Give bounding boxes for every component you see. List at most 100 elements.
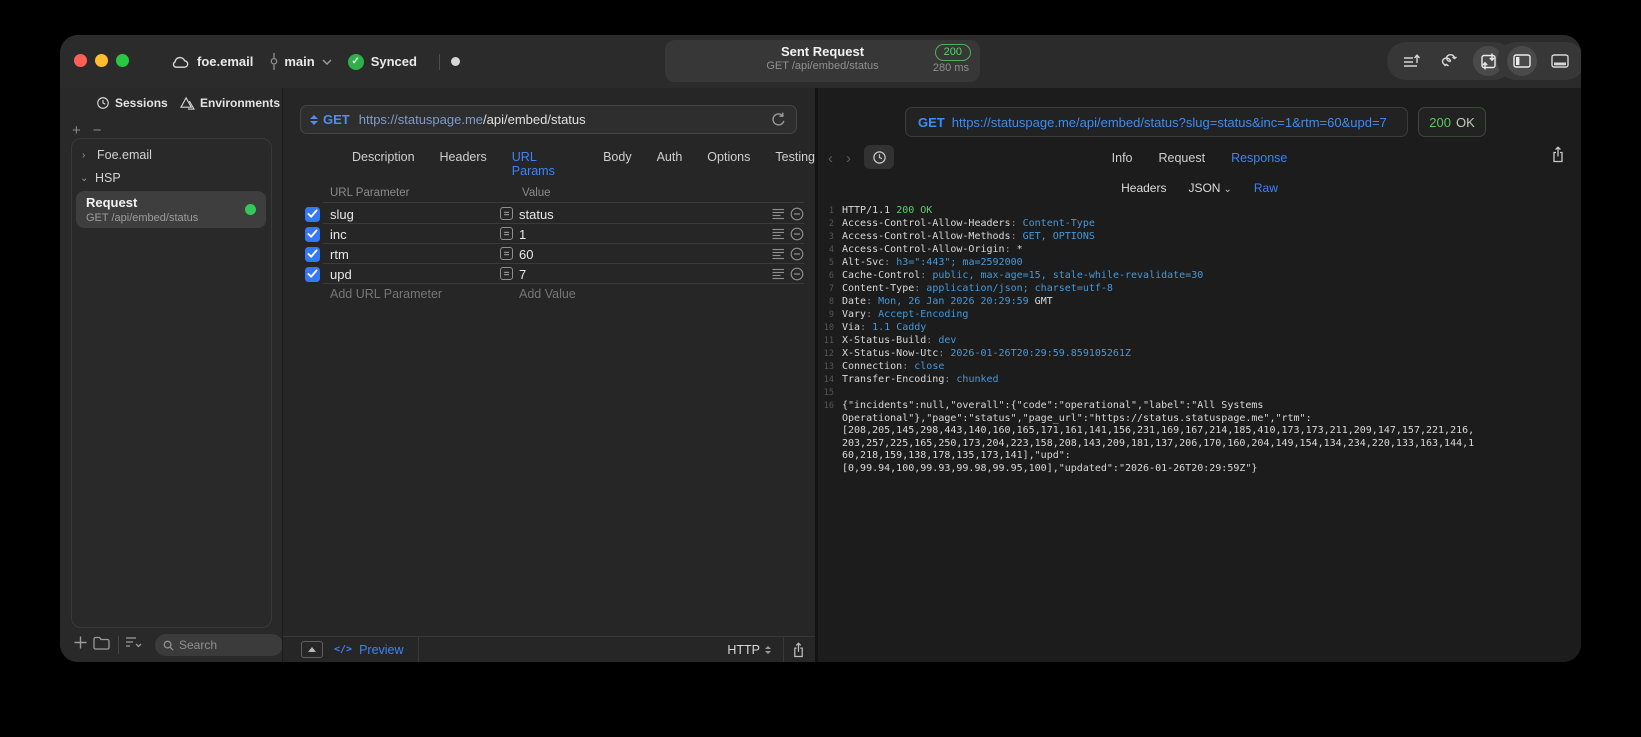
protocol-stepper-icon[interactable] [765,645,771,654]
response-line: 5 Alt-Svc: h3=":443"; ma=2592000 [818,257,1581,270]
request-status-pill[interactable]: Sent Request GET /api/embed/status 200 2… [665,40,980,82]
tab-testing[interactable]: Testing [775,150,815,178]
tab-auth[interactable]: Auth [657,150,683,178]
param-checkbox[interactable] [305,206,320,222]
environments-icon [180,96,195,110]
response-method: GET [918,114,945,130]
back-chevron-icon[interactable]: ‹ [828,150,833,167]
response-line: 14 Transfer-Encoding: chunked [818,374,1581,387]
footer-divider [417,637,419,662]
line-number: 2 [828,219,834,229]
toggle-sidebar-button[interactable] [1507,46,1537,76]
branch-name[interactable]: main [284,54,314,69]
view-json[interactable]: JSON ⌄ [1188,181,1231,195]
new-folder-icon[interactable] [93,636,110,650]
view-raw[interactable]: Raw [1254,181,1278,195]
request-log-button[interactable] [1397,46,1427,76]
param-value-field[interactable]: 60 [519,247,533,262]
protocol-selector[interactable]: HTTP [727,643,760,657]
export-response-icon[interactable] [1551,146,1565,163]
add-param-placeholder[interactable]: Add URL Parameter [330,287,442,301]
params-table-header: URL Parameter Value [283,187,815,203]
search-placeholder: Search [179,638,218,652]
url-host: https://statuspage.me [358,112,484,127]
drag-handle-icon[interactable] [772,228,785,240]
response-line: 8 Date: Mon, 26 Jan 2026 20:29:59 GMT [818,296,1581,309]
window-controls [74,54,129,67]
line-text: Access-Control-Allow-Origin: * [842,244,1023,255]
response-line: 9 Vary: Accept-Encoding [818,309,1581,322]
expand-panel-button[interactable] [301,641,323,658]
tab-request[interactable]: Request [1159,151,1206,165]
request-item-title: Request [86,195,138,210]
line-number: 14 [823,375,834,385]
tab-environments[interactable]: Environments [180,96,280,110]
sent-request-url-box[interactable]: GET https://statuspage.me/api/embed/stat… [905,107,1408,137]
request-editor-panel: GET https://statuspage.me/api/embed/stat… [282,88,815,662]
param-checkbox[interactable] [305,246,320,262]
add-request-button[interactable] [74,636,87,649]
view-headers[interactable]: Headers [1121,181,1166,195]
remove-param-button[interactable] [790,247,804,261]
chevron-down-icon[interactable]: ⌄ [80,173,88,184]
drag-handle-icon[interactable] [772,208,785,220]
forward-chevron-icon[interactable]: › [846,150,851,167]
param-name-field[interactable]: upd [330,267,352,282]
preview-button[interactable]: Preview [359,643,403,657]
response-body[interactable]: 1 HTTP/1.1 200 OK 2 Access-Control-Allow-He… [818,205,1581,662]
remove-param-button[interactable] [790,207,804,221]
param-value-field[interactable]: 1 [519,227,526,242]
param-checkbox[interactable] [305,266,320,282]
remove-param-button[interactable] [790,267,804,281]
add-value-placeholder[interactable]: Add Value [519,287,576,301]
tab-options[interactable]: Options [707,150,750,178]
drag-handle-icon[interactable] [772,268,785,280]
refresh-icon[interactable] [771,112,786,128]
tab-url-params[interactable]: URL Params [512,150,578,178]
minimize-window-button[interactable] [95,54,108,67]
param-checkbox[interactable] [305,226,320,242]
line-number: 1 [828,206,834,216]
tab-body[interactable]: Body [603,150,632,178]
sync-status-label[interactable]: Synced [371,54,417,69]
remove-session-button[interactable]: − [93,122,102,139]
request-method[interactable]: GET [323,112,350,127]
toggle-bottom-panel-button[interactable] [1545,46,1575,76]
add-session-button[interactable]: + [72,122,81,139]
remove-param-button[interactable] [790,227,804,241]
chevron-down-icon[interactable] [322,58,332,65]
tab-sessions[interactable]: Sessions [96,96,168,110]
tree-item-hsp[interactable]: ⌄ HSP [80,171,121,185]
project-name[interactable]: foe.email [197,54,253,69]
request-url-bar[interactable]: GET https://statuspage.me/api/embed/stat… [300,105,797,134]
tree-item-foe-email[interactable]: › Foe.email [82,148,152,162]
tab-response[interactable]: Response [1231,151,1287,165]
sort-options-button[interactable] [125,636,143,649]
sync-loop-button[interactable] [1435,46,1465,76]
request-list-item[interactable]: Request GET /api/embed/status [76,191,266,228]
tab-sessions-label: Sessions [115,96,168,110]
method-selector-icon[interactable] [310,114,318,125]
tab-headers[interactable]: Headers [440,150,487,178]
zoom-window-button[interactable] [116,54,129,67]
response-line: 16 {"incidents":null,"overall":{"code":"o… [818,400,1581,475]
search-input[interactable]: Search [155,634,283,656]
drag-handle-icon[interactable] [772,248,785,260]
history-button[interactable] [864,145,894,169]
request-url[interactable]: https://statuspage.me/api/embed/status [359,112,586,127]
param-value-field[interactable]: 7 [519,267,526,282]
tab-description[interactable]: Description [352,150,415,178]
param-name-field[interactable]: slug [330,207,354,222]
line-text: {"incidents":null,"overall":{"code":"ope… [842,400,1475,474]
param-name-field[interactable]: rtm [330,247,349,262]
param-value-field[interactable]: status [519,207,554,222]
param-name-field[interactable]: inc [330,227,347,242]
response-line: 12 X-Status-Now-Utc: 2026-01-26T20:29:59.… [818,348,1581,361]
share-icon[interactable] [792,641,805,658]
close-window-button[interactable] [74,54,87,67]
line-number: 12 [823,349,834,359]
line-text: X-Status-Now-Utc: 2026-01-26T20:29:59.85… [842,348,1131,359]
tab-info[interactable]: Info [1112,151,1133,165]
chevron-right-icon[interactable]: › [82,150,90,161]
line-number: 4 [828,245,834,255]
